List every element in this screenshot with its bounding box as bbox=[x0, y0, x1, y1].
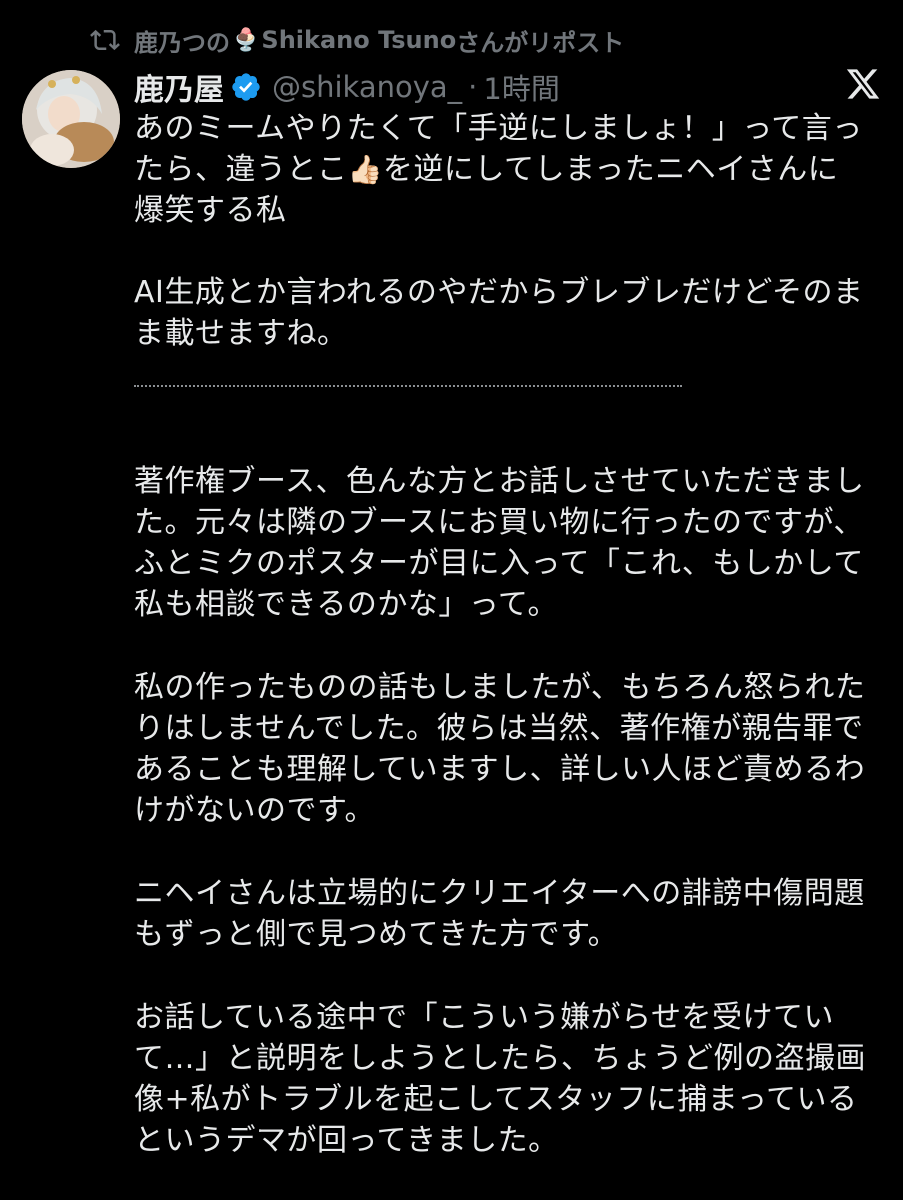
dotted-divider bbox=[134, 385, 682, 387]
text-line: ニヘイさんは立場的にクリエイターへの誹謗中傷問題 bbox=[134, 876, 865, 911]
text-line: お話している途中で「こういう嫌がらせを受けてい bbox=[134, 1000, 834, 1035]
text-line: 像+私がトラブルを起こしてスタッフに捕まっている bbox=[134, 1082, 858, 1117]
x-logo-icon bbox=[846, 69, 880, 99]
repost-label: さんがリポスト bbox=[456, 28, 625, 57]
text-line: あのミームやりたくて「手逆にしましょ！」って言っ bbox=[134, 111, 863, 146]
repost-context[interactable]: 鹿乃つの 🍨 Shikano Tsuno さんがリポスト bbox=[88, 22, 624, 58]
text-line: ふとミクのポスターが目に入って「これ、もしかして bbox=[134, 546, 864, 581]
text-line: けがないのです。 bbox=[134, 793, 375, 828]
repost-icon bbox=[90, 29, 120, 51]
thumbs-up-emoji: 👍🏻 bbox=[347, 153, 383, 186]
tweet-header: 鹿乃屋 @shikanoya_ · 1時間 bbox=[134, 64, 560, 110]
meta-separator: · bbox=[468, 70, 478, 104]
tweet-text: あのミームやりたくて「手逆にしましょ！」って言っ たら、違うとこ👍🏻を逆にしてし… bbox=[134, 108, 879, 1161]
text-line: て…」と説明をしようとしたら、ちょうど例の盗撮画 bbox=[134, 1041, 866, 1076]
author-handle[interactable]: @shikanoya_ bbox=[272, 70, 462, 104]
text-line: りはしませんでした。彼らは当然、著作権が親告罪で bbox=[134, 711, 864, 746]
text-line: ま載せますね。 bbox=[134, 316, 348, 351]
text-line: あることも理解していますし、詳しい人ほど責めるわ bbox=[134, 752, 866, 787]
avatar[interactable] bbox=[22, 70, 120, 168]
repost-name-suffix: Shikano Tsuno bbox=[261, 26, 457, 54]
avatar-image bbox=[22, 70, 120, 168]
text-line: 私も相談できるのかな」って。 bbox=[134, 587, 558, 622]
post-time[interactable]: 1時間 bbox=[483, 66, 559, 108]
text-line: というデマが回ってきました。 bbox=[134, 1123, 559, 1158]
text-segment: を逆にしてしまったニヘイさんに bbox=[382, 152, 839, 187]
parfait-emoji: 🍨 bbox=[232, 27, 260, 53]
text-line: AI生成とか言われるのやだからブレブレだけどそのま bbox=[134, 275, 864, 310]
text-line: 私の作ったものの話もしましたが、もちろん怒られた bbox=[134, 670, 866, 705]
divider-container bbox=[134, 354, 879, 420]
text-line: 爆笑する私 bbox=[134, 193, 287, 228]
author-name[interactable]: 鹿乃屋 bbox=[134, 65, 224, 109]
repost-name-prefix: 鹿乃つの bbox=[134, 28, 230, 57]
text-line: た。元々は隣のブースにお買い物に行ったのですが、 bbox=[134, 505, 864, 540]
text-segment: たら、違うとこ bbox=[134, 152, 348, 187]
text-line: もずっと側で見つめてきた方です。 bbox=[134, 917, 619, 952]
text-line: たら、違うとこ👍🏻を逆にしてしまったニヘイさんに bbox=[134, 149, 879, 190]
text-line: 著作権ブース、色んな方とお話しさせていただきまし bbox=[134, 464, 865, 499]
verified-badge-icon bbox=[232, 73, 260, 101]
